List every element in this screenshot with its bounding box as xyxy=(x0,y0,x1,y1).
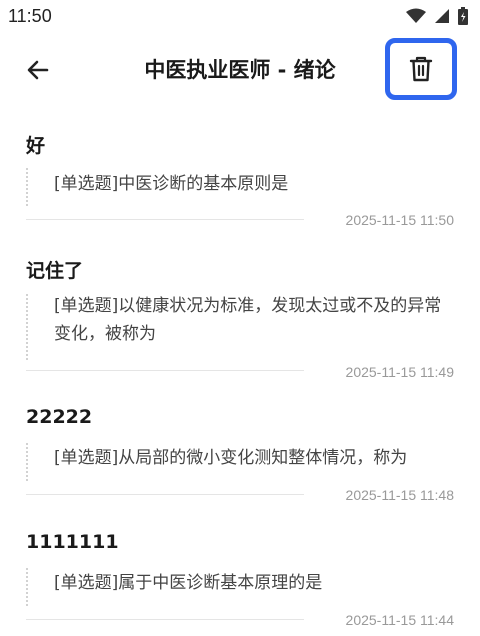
note-title: 22222 xyxy=(26,406,93,428)
timestamp: 2025-11-15 11:48 xyxy=(345,487,454,503)
signal-icon xyxy=(435,9,449,23)
page-title: 中医执业医师 - 绪论 xyxy=(144,58,336,82)
delete-button[interactable] xyxy=(385,38,457,100)
divider xyxy=(26,494,304,495)
back-button[interactable] xyxy=(18,52,58,88)
timestamp: 2025-11-15 11:44 xyxy=(345,612,454,628)
status-time: 11:50 xyxy=(8,6,52,26)
note-title: 记住了 xyxy=(26,260,84,282)
trash-icon xyxy=(409,56,433,82)
app-bar: 中医执业医师 - 绪论 xyxy=(0,34,480,106)
divider xyxy=(26,619,304,620)
question-text: [单选题]以健康状况为标准，发现太过或不及的异常变化，被称为 xyxy=(54,296,442,344)
question-text: [单选题]从局部的微小变化测知整体情况，称为 xyxy=(54,448,408,468)
wifi-icon xyxy=(406,8,426,23)
status-icons xyxy=(406,7,468,25)
battery-icon xyxy=(458,7,468,25)
divider xyxy=(26,219,304,220)
question-text: [单选题]中医诊断的基本原则是 xyxy=(54,174,289,194)
divider xyxy=(26,370,304,371)
note-title: 好 xyxy=(26,135,46,157)
note-title: 1111111 xyxy=(26,531,119,553)
status-bar: 11:50 xyxy=(0,0,480,34)
timestamp: 2025-11-15 11:49 xyxy=(345,364,454,380)
arrow-left-icon xyxy=(27,60,49,80)
question-text: [单选题]属于中医诊断基本原理的是 xyxy=(54,573,323,593)
timestamp: 2025-11-15 11:50 xyxy=(345,212,454,228)
